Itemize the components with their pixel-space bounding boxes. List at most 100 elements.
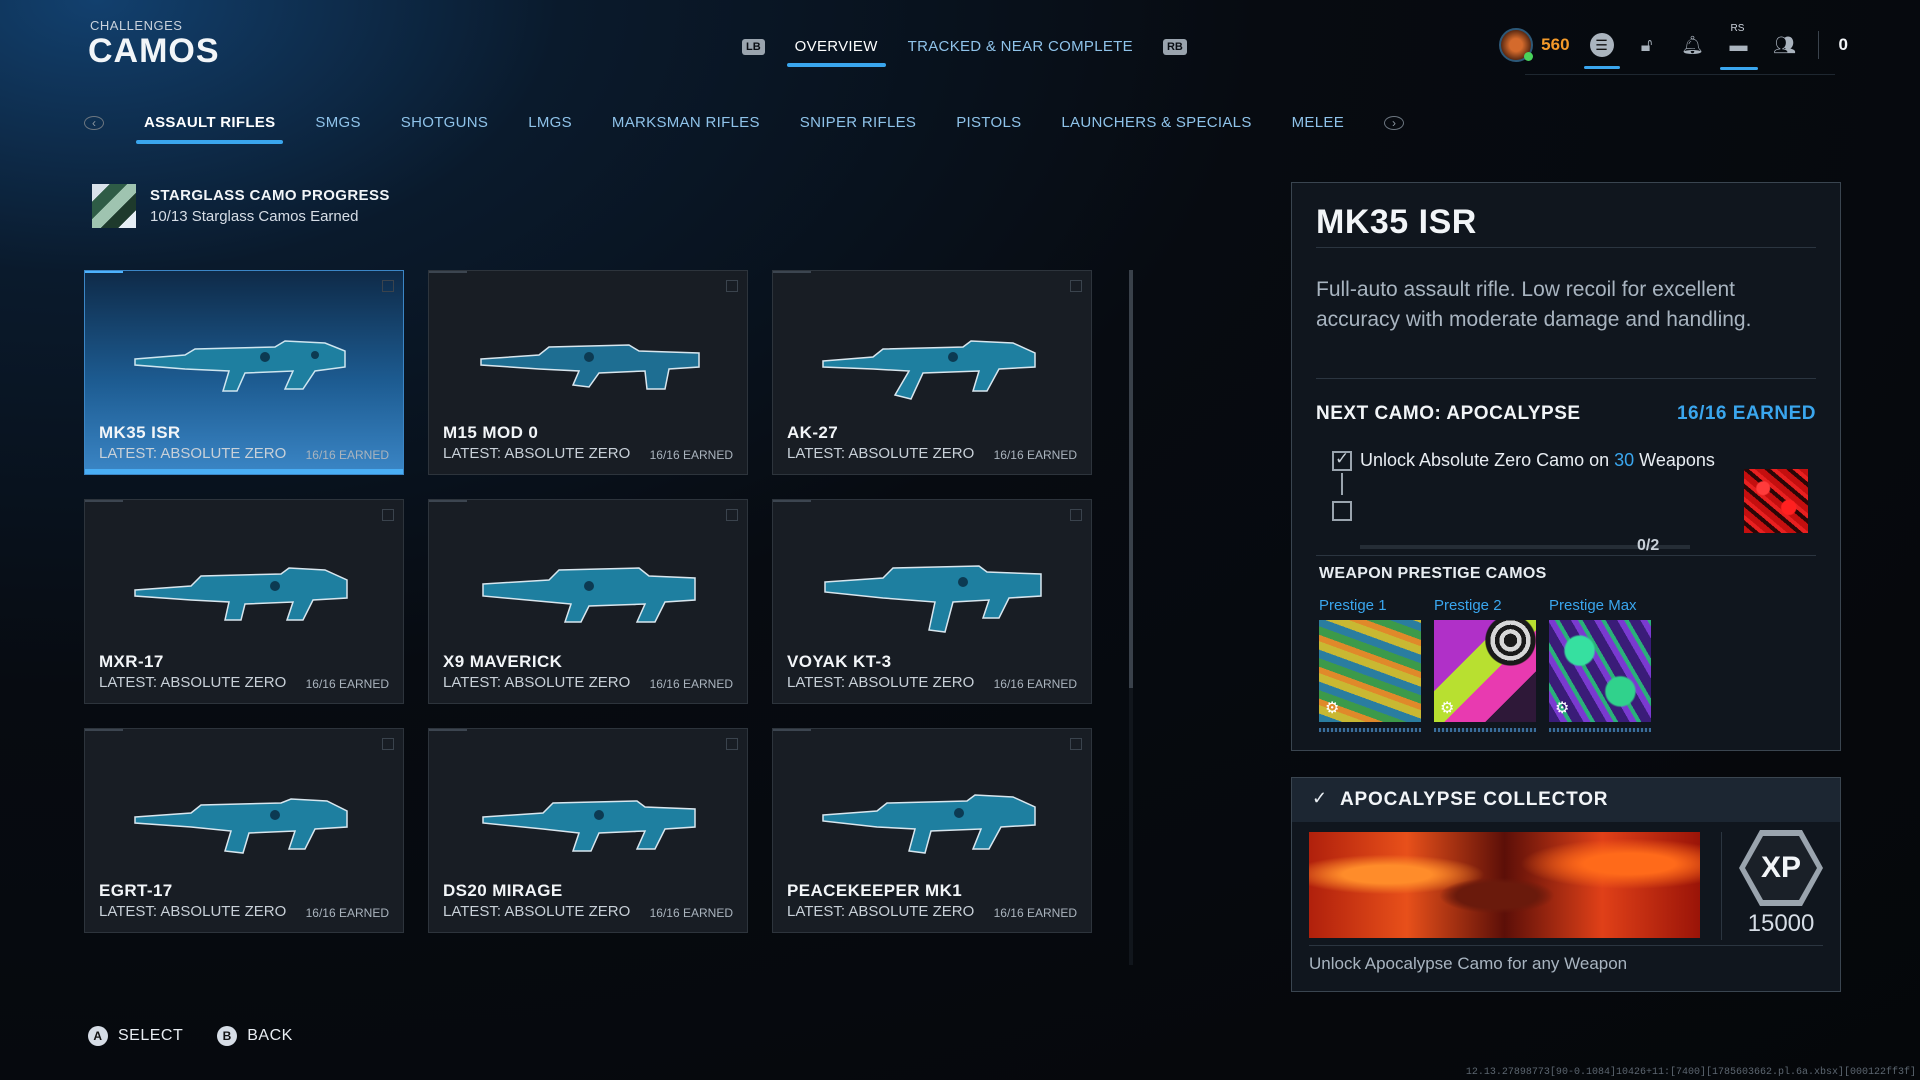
requirement-text: Unlock Absolute Zero Camo on 30 Weapons [1360, 450, 1715, 471]
prestige-camo-swatch: ⚙ [1319, 620, 1421, 722]
reward-title: APOCALYPSE COLLECTOR [1340, 789, 1609, 810]
corner-mark [382, 509, 394, 521]
divider [1316, 378, 1816, 379]
weapon-card-ds20-mirage[interactable]: DS20 MIRAGE LATEST: ABSOLUTE ZERO 16/16 … [428, 728, 748, 933]
next-camo-label: NEXT CAMO: APOCALYPSE [1316, 403, 1581, 424]
b-button-icon: B [217, 1026, 238, 1046]
cat-lmgs[interactable]: LMGS [528, 114, 572, 131]
prestige-camo-1[interactable]: Prestige 1 ⚙ [1319, 597, 1421, 732]
weapon-name: PEACEKEEPER MK1 [787, 881, 963, 900]
reward-description: Unlock Apocalypse Camo for any Weapon [1309, 954, 1628, 973]
weapon-name: EGRT-17 [99, 881, 173, 900]
weapon-latest-camo: LATEST: ABSOLUTE ZERO [99, 445, 287, 462]
weapon-latest-camo: LATEST: ABSOLUTE ZERO [787, 674, 975, 691]
weapon-card-voyak-kt-3[interactable]: VOYAK KT-3 LATEST: ABSOLUTE ZERO 16/16 E… [772, 499, 1092, 704]
detail-description: Full-auto assault rifle. Low recoil for … [1316, 278, 1752, 331]
select-button[interactable]: A SELECT [88, 1026, 183, 1046]
prestige-camo-2[interactable]: Prestige 2 ⚙ [1434, 597, 1536, 732]
cat-melee[interactable]: MELEE [1292, 114, 1344, 131]
menu-icon[interactable]: ☰ [1583, 33, 1620, 69]
prestige-label: Prestige 2 [1434, 597, 1502, 614]
cat-smgs[interactable]: SMGS [315, 114, 360, 131]
party-count: 0 [1838, 35, 1848, 54]
progress-title: STARGLASS CAMO PROGRESS [150, 187, 390, 204]
rb-bumper-icon[interactable]: RB [1162, 38, 1187, 55]
weapon-name: M15 MOD 0 [443, 423, 539, 442]
corner-mark [726, 509, 738, 521]
back-button[interactable]: B BACK [217, 1026, 293, 1046]
prestige-camo-max[interactable]: Prestige Max ⚙ [1549, 597, 1651, 732]
corner-mark [726, 280, 738, 292]
prestige-lock-icon: ⚙ [1325, 700, 1340, 717]
weapon-image [134, 567, 348, 621]
weapon-card-mk35-isr[interactable]: MK35 ISR LATEST: ABSOLUTE ZERO 16/16 EAR… [84, 270, 404, 475]
cod-points-icon [1499, 28, 1534, 62]
cat-marksman-rifles[interactable]: MARKSMAN RIFLES [612, 114, 760, 131]
weapon-card-x9-maverick[interactable]: X9 MAVERICK LATEST: ABSOLUTE ZERO 16/16 … [428, 499, 748, 704]
tab-overview[interactable]: OVERVIEW [786, 38, 886, 67]
lb-category-icon[interactable]: ‹ [84, 115, 104, 130]
currency-value: 560 [1541, 35, 1570, 54]
weapon-image [134, 798, 348, 854]
bell-icon[interactable]: 🔔︎ [1680, 32, 1706, 58]
divider [1817, 31, 1819, 59]
weapon-latest-camo: LATEST: ABSOLUTE ZERO [99, 903, 287, 920]
camo-progress: STARGLASS CAMO PROGRESS 10/13 Starglass … [92, 184, 390, 228]
weapon-latest-camo: LATEST: ABSOLUTE ZERO [443, 445, 631, 462]
progress-subtitle: 10/13 Starglass Camos Earned [150, 208, 359, 225]
footer-prompts: A SELECT B BACK [88, 1026, 293, 1046]
weapon-image [822, 340, 1036, 400]
cat-shotguns[interactable]: SHOTGUNS [401, 114, 488, 131]
party-icon[interactable]: 👥︎ [1772, 32, 1798, 58]
weapon-card-m15-mod-0[interactable]: M15 MOD 0 LATEST: ABSOLUTE ZERO 16/16 EA… [428, 270, 748, 475]
weapon-detail-panel: MK35 ISR Full-auto assault rifle. Low re… [1291, 182, 1841, 751]
unlock-icon[interactable]: 🔓︎ [1634, 32, 1660, 58]
cat-pistols[interactable]: PISTOLS [956, 114, 1021, 131]
cat-sniper-rifles[interactable]: SNIPER RIFLES [800, 114, 916, 131]
weapon-image [824, 565, 1042, 633]
requirement-number: 30 [1614, 450, 1635, 470]
weapon-latest-camo: LATEST: ABSOLUTE ZERO [787, 903, 975, 920]
scrollbar-thumb[interactable] [1129, 270, 1133, 688]
back-label: BACK [247, 1027, 293, 1044]
weapon-earned: 16/16 EARNED [305, 677, 389, 691]
weapon-earned: 16/16 EARNED [993, 906, 1077, 920]
weapon-earned: 16/16 EARNED [305, 448, 389, 462]
weapon-card-mxr-17[interactable]: MXR-17 LATEST: ABSOLUTE ZERO 16/16 EARNE… [84, 499, 404, 704]
a-button-icon: A [88, 1026, 108, 1046]
weapon-earned: 16/16 EARNED [649, 906, 733, 920]
page-title: CAMOS [88, 32, 220, 70]
reward-header: ✓ APOCALYPSE COLLECTOR [1292, 778, 1840, 822]
rb-category-icon[interactable]: › [1384, 115, 1404, 130]
weapon-card-peacekeeper-mk1[interactable]: PEACEKEEPER MK1 LATEST: ABSOLUTE ZERO 16… [772, 728, 1092, 933]
detail-title: MK35 ISR [1316, 203, 1477, 241]
weapon-card-ak-27[interactable]: AK-27 LATEST: ABSOLUTE ZERO 16/16 EARNED [772, 270, 1092, 475]
corner-mark [1070, 280, 1082, 292]
weapon-latest-camo: LATEST: ABSOLUTE ZERO [787, 445, 975, 462]
checkbox-empty-icon [1332, 501, 1352, 521]
connector-line [1341, 473, 1343, 495]
xp-label: XP [1745, 836, 1817, 900]
weapon-image [822, 794, 1036, 854]
cat-launchers-specials[interactable]: LAUNCHERS & SPECIALS [1061, 114, 1251, 131]
build-string: 12.13.27898773[90-0.1084]10426+11:[7400]… [1465, 1067, 1916, 1078]
weapon-name: X9 MAVERICK [443, 652, 563, 671]
tab-tracked-near-complete[interactable]: TRACKED & NEAR COMPLETE [908, 38, 1133, 55]
weapon-latest-camo: LATEST: ABSOLUTE ZERO [99, 674, 287, 691]
corner-mark [726, 738, 738, 750]
weapon-name: MK35 ISR [99, 423, 181, 442]
currency-display[interactable]: 560 [1499, 28, 1570, 62]
checkbox-checked-icon [1332, 449, 1352, 471]
cat-assault-rifles[interactable]: ASSAULT RIFLES [135, 114, 284, 144]
lb-bumper-icon[interactable]: LB [742, 38, 765, 55]
reward-panel: ✓ APOCALYPSE COLLECTOR XP 15000 Unlock A… [1291, 777, 1841, 992]
apocalypse-camo-swatch [1744, 469, 1808, 533]
weapon-grid: MK35 ISR LATEST: ABSOLUTE ZERO 16/16 EAR… [84, 270, 1092, 933]
weapon-card-egrt-17[interactable]: EGRT-17 LATEST: ABSOLUTE ZERO 16/16 EARN… [84, 728, 404, 933]
weapon-earned: 16/16 EARNED [305, 906, 389, 920]
prestige-progress-bar [1319, 728, 1421, 732]
social-icon[interactable]: RS ▬ [1719, 23, 1758, 70]
rs-label: RS [1730, 23, 1745, 34]
weapon-name: MXR-17 [99, 652, 164, 671]
weapon-name: VOYAK KT-3 [787, 652, 892, 671]
